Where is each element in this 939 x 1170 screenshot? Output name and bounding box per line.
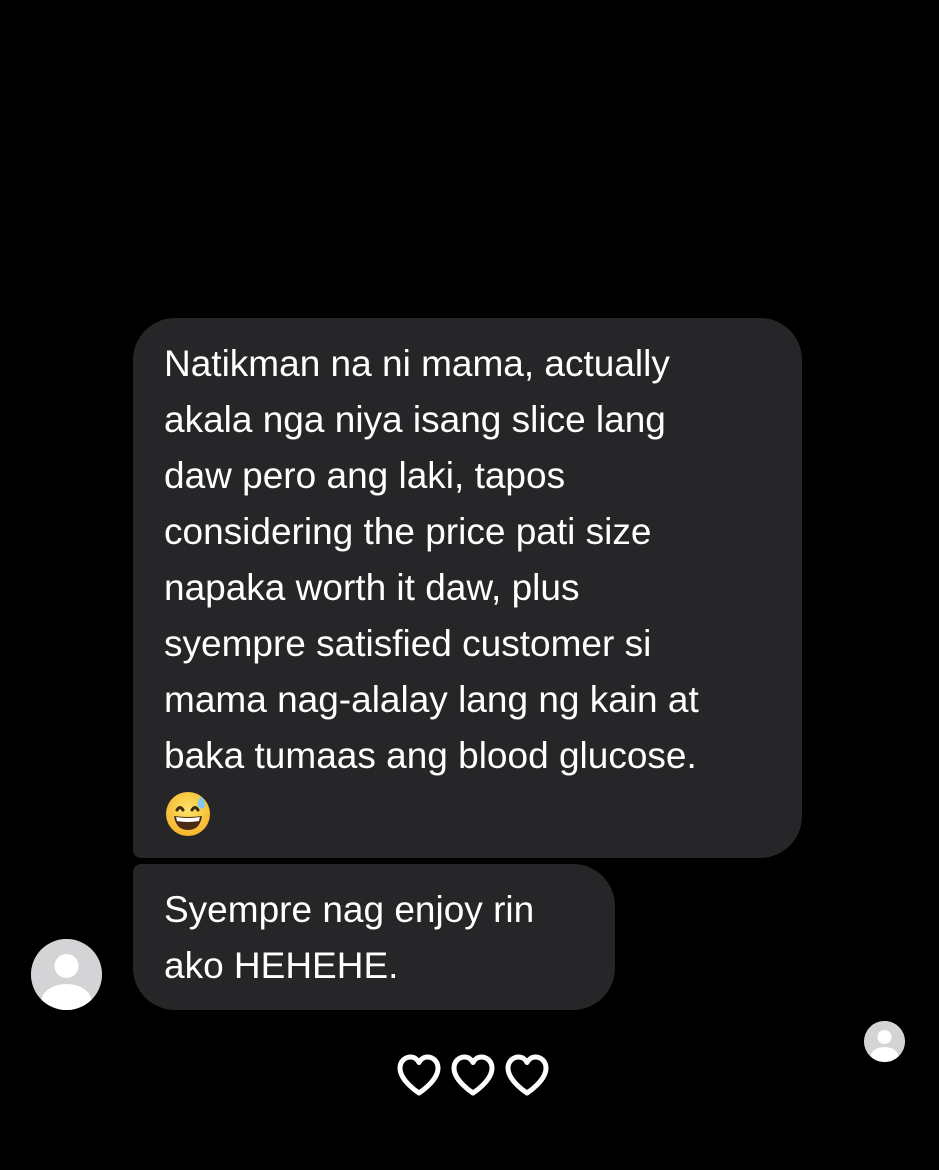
- message-line: akala nga niya isang slice lang: [164, 399, 666, 440]
- heart-outline-icon[interactable]: [503, 1052, 551, 1098]
- default-person-icon: [31, 939, 102, 1010]
- message-line: Syempre nag enjoy rin: [164, 889, 535, 930]
- sender-avatar[interactable]: [31, 939, 102, 1010]
- default-person-icon: [864, 1021, 905, 1062]
- message-line: syempre satisfied customer si: [164, 623, 652, 664]
- heart-outline-icon[interactable]: [395, 1052, 443, 1098]
- reactions-bar[interactable]: [395, 1052, 555, 1100]
- message-bubble[interactable]: Syempre nag enjoy rin ako HEHEHE.: [133, 864, 615, 1010]
- message-line: napaka worth it daw, plus: [164, 567, 580, 608]
- message-line: considering the price pati size: [164, 511, 652, 552]
- message-line: baka tumaas ang blood glucose.: [164, 735, 697, 776]
- grinning-face-with-sweat-icon: [164, 790, 212, 838]
- seen-avatar: [864, 1021, 905, 1062]
- message-line: mama nag-alalay lang ng kain at: [164, 679, 699, 720]
- message-line: daw pero ang laki, tapos: [164, 455, 566, 496]
- message-line: Natikman na ni mama, actually: [164, 343, 670, 384]
- message-bubble[interactable]: Natikman na ni mama, actually akala nga …: [133, 318, 802, 858]
- message-line: ako HEHEHE.: [164, 945, 399, 986]
- heart-outline-icon[interactable]: [449, 1052, 497, 1098]
